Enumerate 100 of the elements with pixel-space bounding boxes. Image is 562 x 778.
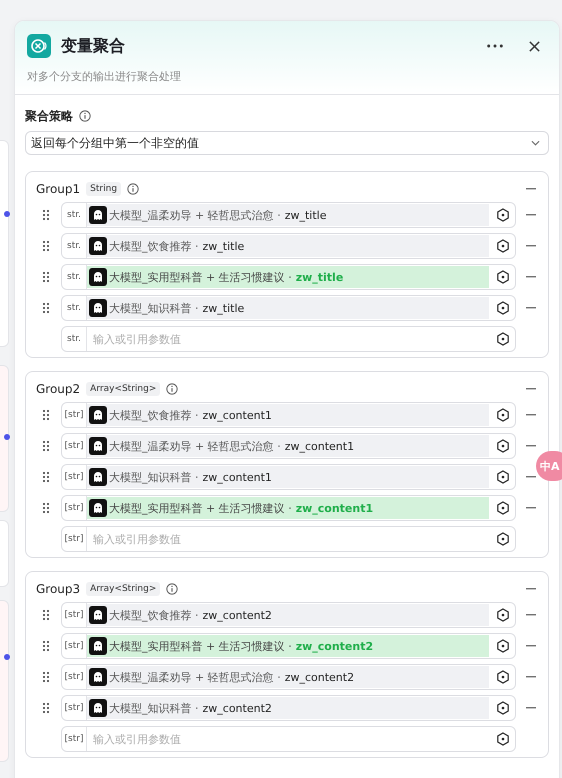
reference-icon[interactable] xyxy=(496,332,510,346)
source-node-name: 大模型_温柔劝导 + 轻哲思式治愈 · xyxy=(109,438,281,454)
placeholder-text: 输入或引用参数值 xyxy=(92,532,182,546)
parameter-input[interactable]: str. 输入或引用参数值 xyxy=(61,326,516,352)
variable-name: zw_content1 xyxy=(202,470,272,484)
variable-name: zw_title xyxy=(284,208,326,222)
type-prefix: [str] xyxy=(62,727,87,751)
source-node-name: 大模型_实用型科普 + 生活习惯建议 · xyxy=(109,500,292,516)
reference-icon[interactable] xyxy=(496,301,510,315)
drag-handle-icon[interactable] xyxy=(42,240,50,252)
info-icon[interactable] xyxy=(166,383,178,395)
variable-reference-field[interactable]: [str] 大模型_饮食推荐 · zw_content2 xyxy=(61,602,516,628)
variable-name: zw_title xyxy=(296,270,344,284)
ghost-icon xyxy=(89,699,107,717)
reference-icon[interactable] xyxy=(496,532,510,546)
more-icon[interactable] xyxy=(486,43,504,49)
variable-reference-field[interactable]: [str] 大模型_实用型科普 + 生活习惯建议 · zw_content1 xyxy=(61,495,516,521)
variable-name: zw_title xyxy=(202,302,244,314)
variable-reference-field[interactable]: [str] 大模型_知识科普 · zw_content2 xyxy=(61,695,516,721)
source-node-name: 大模型_饮食推荐 · xyxy=(109,238,198,254)
panel-title: 变量聚合 xyxy=(61,36,126,56)
type-tag: String xyxy=(86,182,122,196)
type-prefix: [str] xyxy=(62,527,87,551)
source-node-name: 大模型_知识科普 · xyxy=(109,300,198,316)
ghost-icon xyxy=(89,468,107,486)
variable-reference-field[interactable]: [str] 大模型_知识科普 · zw_content1 xyxy=(61,464,516,490)
variable-name: zw_content2 xyxy=(202,608,272,622)
placeholder-text: 输入或引用参数值 xyxy=(92,332,182,346)
ghost-icon xyxy=(89,206,107,224)
source-node-name: 大模型_温柔劝导 + 轻哲思式治愈 · xyxy=(109,208,281,222)
reference-icon[interactable] xyxy=(496,608,510,622)
source-node-name: 大模型_饮食推荐 · xyxy=(109,608,198,622)
ghost-icon xyxy=(89,299,107,317)
type-prefix: str. xyxy=(62,327,87,351)
variable-reference-field[interactable]: str. 大模型_饮食推荐 · zw_title xyxy=(61,233,516,259)
reference-icon[interactable] xyxy=(496,239,510,253)
group-name: Group1 xyxy=(36,182,80,196)
reference-icon[interactable] xyxy=(496,408,510,422)
drag-handle-icon[interactable] xyxy=(42,440,50,452)
ghost-icon xyxy=(89,637,107,655)
variable-reference-field[interactable]: str. 大模型_温柔劝导 + 轻哲思式治愈 · zw_title xyxy=(61,202,516,228)
variable-name: zw_content2 xyxy=(296,640,374,652)
source-node-name: 大模型_饮食推荐 · xyxy=(109,408,198,422)
drag-handle-icon[interactable] xyxy=(42,302,50,314)
ghost-icon xyxy=(89,437,107,455)
drag-handle-icon[interactable] xyxy=(42,502,50,514)
source-node-name: 大模型_知识科普 · xyxy=(109,470,198,484)
reference-icon[interactable] xyxy=(496,501,510,515)
variable-reference-field[interactable]: [str] 大模型_实用型科普 + 生活习惯建议 · zw_content2 xyxy=(61,633,516,659)
variable-reference-field[interactable]: [str] 大模型_温柔劝导 + 轻哲思式治愈 · zw_content2 xyxy=(61,664,516,690)
type-tag: Array<String> xyxy=(86,582,160,596)
drag-handle-icon[interactable] xyxy=(42,409,50,421)
chevron-down-icon xyxy=(531,140,540,146)
info-icon[interactable] xyxy=(127,183,140,195)
variable-name: zw_title xyxy=(202,240,244,252)
strategy-dropdown[interactable]: 返回每个分组中第一个非空的值 xyxy=(25,131,549,155)
group-name: Group3 xyxy=(36,582,80,596)
ghost-icon xyxy=(89,237,107,255)
drag-handle-icon[interactable] xyxy=(42,671,50,683)
reference-icon[interactable] xyxy=(496,639,510,653)
drag-handle-icon[interactable] xyxy=(42,471,50,483)
info-icon[interactable] xyxy=(79,110,91,122)
panel-description: 对多个分支的输出进行聚合处理 xyxy=(27,69,182,84)
source-node-name: 大模型_知识科普 · xyxy=(109,700,198,716)
reference-icon[interactable] xyxy=(496,670,510,684)
variable-icon xyxy=(27,34,51,58)
variable-reference-field[interactable]: str. 大模型_实用型科普 + 生活习惯建议 · zw_title xyxy=(61,264,516,290)
reference-icon[interactable] xyxy=(496,208,510,222)
reference-icon[interactable] xyxy=(496,270,510,284)
drag-handle-icon[interactable] xyxy=(42,271,50,283)
drag-handle-icon[interactable] xyxy=(42,702,50,714)
type-tag: Array<String> xyxy=(86,382,160,396)
ghost-icon xyxy=(89,499,107,517)
drag-handle-icon[interactable] xyxy=(42,209,50,221)
ghost-icon xyxy=(89,268,107,286)
variable-name: zw_content1 xyxy=(284,440,354,452)
ghost-icon xyxy=(89,606,107,624)
source-node-name: 大模型_实用型科普 + 生活习惯建议 · xyxy=(109,638,292,654)
source-node-name: 大模型_实用型科普 + 生活习惯建议 · xyxy=(109,270,292,284)
source-node-name: 大模型_温柔劝导 + 轻哲思式治愈 · xyxy=(109,670,281,684)
variable-reference-field[interactable]: [str] 大模型_温柔劝导 + 轻哲思式治愈 · zw_content1 xyxy=(61,433,516,459)
reference-icon[interactable] xyxy=(496,470,510,484)
close-icon[interactable] xyxy=(528,40,541,52)
variable-reference-field[interactable]: [str] 大模型_饮食推荐 · zw_content1 xyxy=(61,402,516,428)
variable-name: zw_content2 xyxy=(202,702,272,714)
parameter-input[interactable]: [str] 输入或引用参数值 xyxy=(61,726,516,752)
info-icon[interactable] xyxy=(166,583,178,595)
ghost-icon xyxy=(89,668,107,686)
variable-name: zw_content1 xyxy=(296,502,374,514)
group-name: Group2 xyxy=(36,382,80,396)
drag-handle-icon[interactable] xyxy=(42,640,50,652)
ghost-icon xyxy=(89,406,107,424)
variable-name: zw_content2 xyxy=(284,670,354,684)
drag-handle-icon[interactable] xyxy=(42,609,50,621)
reference-icon[interactable] xyxy=(496,701,510,715)
reference-icon[interactable] xyxy=(496,439,510,453)
reference-icon[interactable] xyxy=(496,732,510,746)
strategy-label: 聚合策略 xyxy=(25,108,73,124)
parameter-input[interactable]: [str] 输入或引用参数值 xyxy=(61,526,516,552)
variable-reference-field[interactable]: str. 大模型_知识科普 · zw_title xyxy=(61,295,516,321)
